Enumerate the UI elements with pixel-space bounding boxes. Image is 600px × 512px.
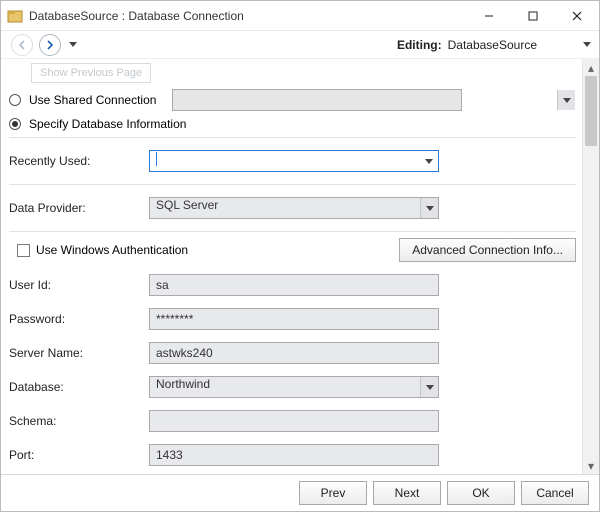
editing-label: Editing: <box>397 38 442 52</box>
divider <box>9 137 576 138</box>
arrow-left-icon <box>17 40 27 50</box>
window-title: DatabaseSource : Database Connection <box>29 9 467 23</box>
scroll-up-arrow-icon[interactable]: ▴ <box>583 59 599 76</box>
checkbox-win-auth[interactable]: Use Windows Authentication <box>17 243 188 257</box>
divider <box>9 231 576 232</box>
label-server-name: Server Name: <box>9 346 149 360</box>
label-schema: Schema: <box>9 414 149 428</box>
toolbar: Editing: DatabaseSource <box>1 31 599 59</box>
arrow-right-icon <box>45 40 55 50</box>
radio-icon <box>9 118 21 130</box>
prev-button[interactable]: Prev <box>299 481 367 505</box>
nav-back-button[interactable] <box>11 34 33 56</box>
maximize-button[interactable] <box>511 1 555 30</box>
chevron-down-icon <box>583 42 591 47</box>
form-content: Use Shared Connection Specify Database I… <box>1 59 582 474</box>
database-combo[interactable]: Northwind <box>149 376 439 398</box>
cancel-button[interactable]: Cancel <box>521 481 589 505</box>
advanced-connection-button[interactable]: Advanced Connection Info... <box>399 238 576 262</box>
nav-forward-button[interactable] <box>39 34 77 56</box>
editing-indicator[interactable]: Editing: DatabaseSource <box>397 38 591 52</box>
checkbox-label: Use Windows Authentication <box>36 243 188 257</box>
divider <box>9 184 576 185</box>
editing-value: DatabaseSource <box>448 38 537 52</box>
window-controls <box>467 1 599 30</box>
chevron-down-icon <box>563 98 571 103</box>
titlebar: DatabaseSource : Database Connection <box>1 1 599 31</box>
schema-input[interactable] <box>149 410 439 432</box>
server-name-input[interactable] <box>149 342 439 364</box>
radio-icon <box>9 94 21 106</box>
body: Use Shared Connection Specify Database I… <box>1 59 599 474</box>
scroll-down-arrow-icon[interactable]: ▾ <box>583 457 599 474</box>
recently-used-combo[interactable] <box>149 150 439 172</box>
chevron-down-icon <box>425 159 433 164</box>
ok-button[interactable]: OK <box>447 481 515 505</box>
label-database: Database: <box>9 380 149 394</box>
checkbox-icon <box>17 244 30 257</box>
user-id-input[interactable] <box>149 274 439 296</box>
radio-label: Specify Database Information <box>29 117 186 131</box>
radio-specify-db[interactable]: Specify Database Information <box>9 117 576 131</box>
next-button[interactable]: Next <box>373 481 441 505</box>
label-recently-used: Recently Used: <box>9 154 149 168</box>
label-user-id: User Id: <box>9 278 149 292</box>
tooltip-prev-page: Show Previous Page <box>31 63 151 83</box>
label-port: Port: <box>9 448 149 462</box>
chevron-down-icon <box>426 206 434 211</box>
radio-label: Use Shared Connection <box>29 93 156 107</box>
footer-buttons: Prev Next OK Cancel <box>1 474 599 511</box>
minimize-button[interactable] <box>467 1 511 30</box>
dropdown-caret-icon <box>69 42 77 47</box>
port-input[interactable] <box>149 444 439 466</box>
app-icon <box>7 8 23 24</box>
close-button[interactable] <box>555 1 599 30</box>
vertical-scrollbar[interactable]: ▴ ▾ <box>582 59 599 474</box>
label-password: Password: <box>9 312 149 326</box>
dialog-window: DatabaseSource : Database Connection Edi… <box>0 0 600 512</box>
chevron-down-icon <box>426 385 434 390</box>
label-data-provider: Data Provider: <box>9 201 149 215</box>
password-input[interactable] <box>149 308 439 330</box>
data-provider-combo[interactable]: SQL Server <box>149 197 439 219</box>
radio-shared-connection[interactable]: Use Shared Connection <box>9 89 576 111</box>
scroll-thumb[interactable] <box>585 76 597 146</box>
shared-connection-combo <box>172 89 576 111</box>
